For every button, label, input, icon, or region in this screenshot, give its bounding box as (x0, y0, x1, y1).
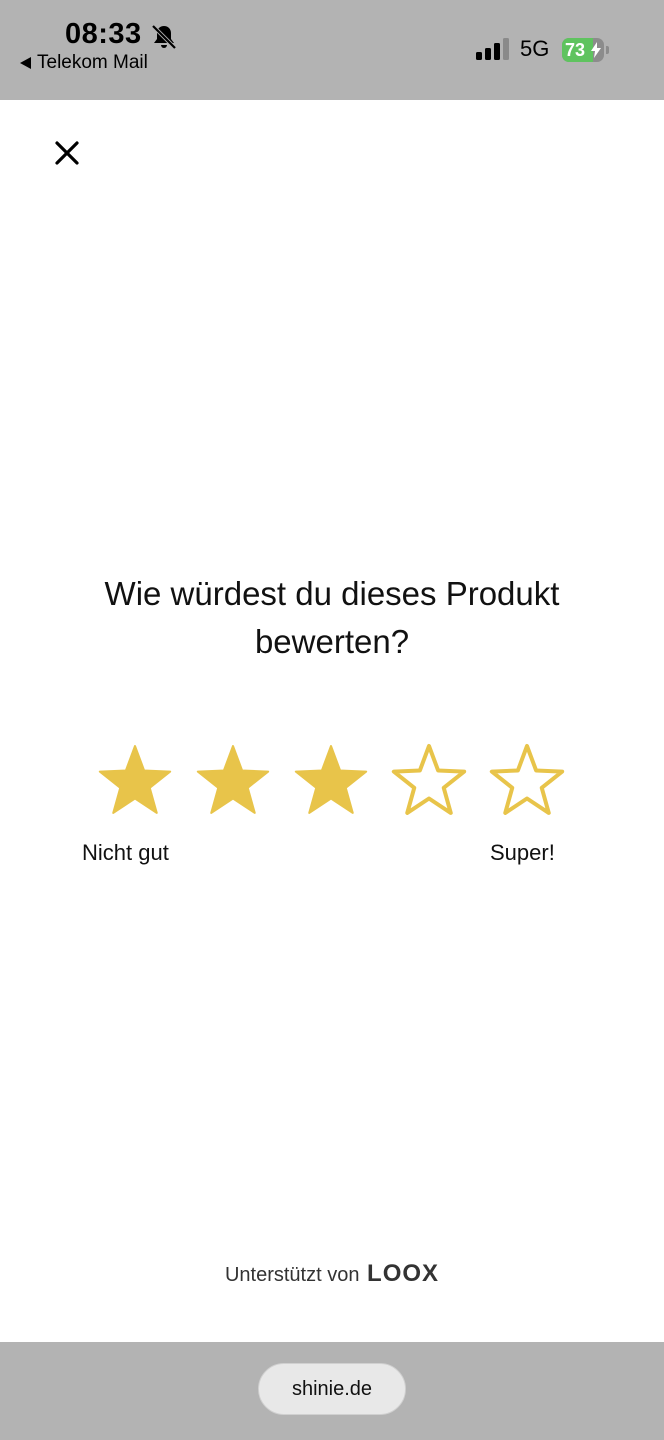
loox-logo: LOOX (367, 1260, 440, 1287)
bell-muted-icon (151, 24, 177, 50)
charging-bolt-icon (591, 42, 601, 58)
star-filled-icon-3[interactable] (292, 742, 370, 820)
star-empty-icon-4[interactable] (390, 742, 468, 820)
status-time: 08:33 (65, 18, 142, 50)
status-bar: 08:33 Telekom Mail 5G 73 (0, 0, 664, 100)
battery-icon: 73 (562, 38, 610, 62)
star-filled-icon-1[interactable] (96, 742, 174, 820)
battery-percentage: 73 (565, 40, 586, 60)
powered-by: Unterstützt von LOOX (0, 1260, 664, 1288)
powered-by-text: Unterstützt von (224, 1264, 360, 1286)
back-app-label: Telekom Mail (37, 52, 148, 73)
star-filled-icon-2[interactable] (194, 742, 272, 820)
rating-label-high: Super! (490, 840, 555, 865)
star-rating[interactable] (96, 742, 566, 820)
close-icon[interactable] (53, 139, 81, 167)
rating-question: Wie würdest du dieses Produkt bewerten? (104, 575, 560, 660)
network-type: 5G (520, 36, 550, 61)
star-empty-icon-5[interactable] (488, 742, 566, 820)
url-bar[interactable]: shinie.de (258, 1363, 406, 1415)
rating-label-low: Nicht gut (82, 840, 169, 865)
back-arrow-icon (20, 57, 31, 69)
battery-cap (606, 46, 609, 54)
back-to-app-link[interactable]: Telekom Mail (20, 52, 148, 74)
cellular-signal-icon (476, 38, 509, 60)
